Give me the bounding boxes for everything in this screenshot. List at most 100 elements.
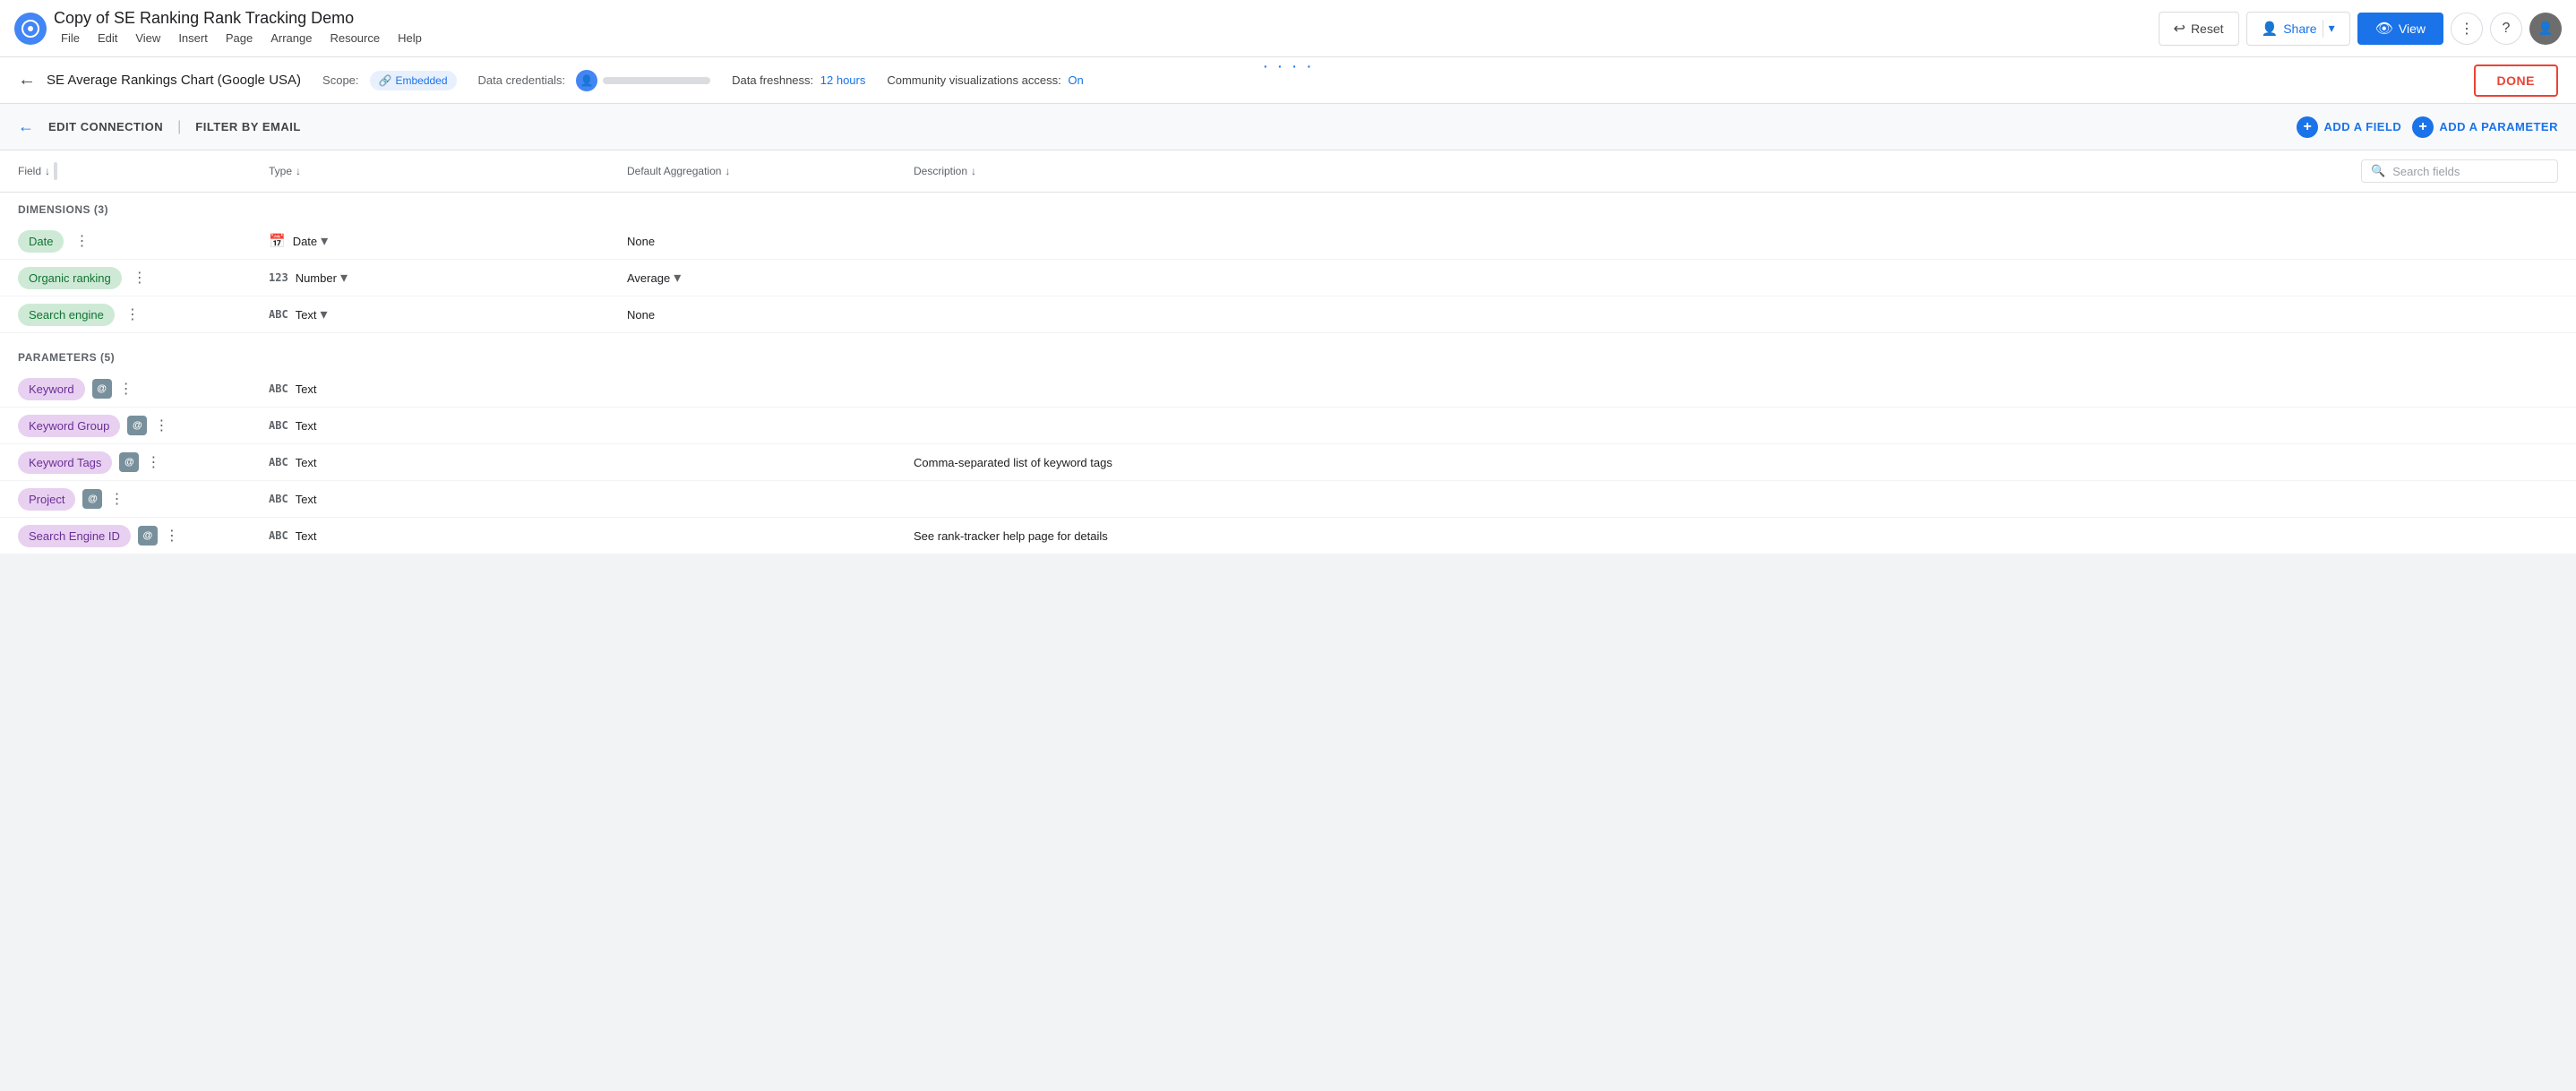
row-menu-icon[interactable]: ⋮ — [116, 376, 137, 401]
table-row: Project @ ⋮ ABC Text — [0, 481, 2576, 518]
cred-icon: 👤 — [576, 70, 597, 91]
field-cell: Date ⋮ — [18, 228, 269, 253]
col-field-header: Field ↓ — [18, 162, 269, 180]
share-button[interactable]: 👤 Share ▾ — [2246, 12, 2350, 46]
scope-badge: 🔗 Embedded — [370, 71, 457, 90]
sort-icon[interactable]: ↓ — [45, 165, 50, 177]
type-cell: 📅 Date ▾ — [269, 232, 627, 250]
row-actions: ⋮ — [71, 228, 92, 253]
add-field-button[interactable]: + ADD A FIELD — [2297, 116, 2401, 138]
menu-file[interactable]: File — [54, 28, 87, 48]
text-type-icon: ABC — [269, 529, 288, 542]
field-cell: Keyword Group @ ⋮ — [18, 413, 269, 438]
type-cell: ABC Text — [269, 419, 627, 433]
dimensions-section-header: DIMENSIONS (3) — [0, 193, 2576, 223]
menu-resource[interactable]: Resource — [322, 28, 387, 48]
col-aggregation-header: Default Aggregation ↓ — [627, 165, 914, 177]
app-menu: File Edit View Insert Page Arrange Resou… — [54, 28, 2151, 48]
at-icon: @ — [127, 416, 147, 435]
table-header: Field ↓ Type ↓ Default Aggregation ↓ Des… — [0, 150, 2576, 193]
freshness-link[interactable]: 12 hours — [820, 73, 866, 87]
row-menu-icon[interactable]: ⋮ — [150, 413, 172, 438]
link-icon: 🔗 — [379, 74, 392, 87]
row-actions: ⋮ — [122, 302, 143, 327]
menu-insert[interactable]: Insert — [171, 28, 215, 48]
view-button[interactable]: 👁 View — [2357, 13, 2443, 45]
type-dropdown[interactable]: Date ▾ — [293, 232, 329, 250]
app-logo — [14, 13, 47, 45]
menu-edit[interactable]: Edit — [90, 28, 125, 48]
sort-icon[interactable]: ↓ — [725, 165, 730, 177]
field-cell: Keyword Tags @ ⋮ — [18, 450, 269, 475]
menu-page[interactable]: Page — [219, 28, 260, 48]
at-icon: @ — [92, 379, 112, 399]
type-cell: ABC Text — [269, 493, 627, 506]
row-menu-icon[interactable]: ⋮ — [71, 228, 92, 253]
search-fields-wrapper[interactable]: 🔍 Search fields — [2361, 159, 2558, 183]
at-icon: @ — [119, 452, 139, 472]
menu-help[interactable]: Help — [391, 28, 429, 48]
community-link[interactable]: On — [1068, 73, 1083, 87]
sort-icon[interactable]: ↓ — [971, 165, 976, 177]
row-actions: @ ⋮ — [82, 486, 127, 511]
table-row: Organic ranking ⋮ 123 Number ▾ Average ▾ — [0, 260, 2576, 296]
field-cell: Search engine ⋮ — [18, 302, 269, 327]
eye-icon: 👁 — [2375, 20, 2393, 38]
type-cell: ABC Text — [269, 529, 627, 543]
row-actions: @ ⋮ — [127, 413, 172, 438]
menu-view[interactable]: View — [128, 28, 167, 48]
scope-label: Scope: — [322, 73, 358, 87]
user-avatar[interactable]: 👤 — [2529, 13, 2562, 45]
dots-indicator: · · · · — [1262, 57, 1313, 75]
app-bar-actions: ↩ Reset 👤 Share ▾ 👁 View ⋮ ? 👤 — [2159, 12, 2562, 46]
edit-connection-label: EDIT CONNECTION — [48, 120, 163, 133]
type-cell: 123 Number ▾ — [269, 269, 627, 287]
aggregation-cell: None — [627, 235, 914, 248]
type-dropdown[interactable]: Number ▾ — [296, 269, 348, 287]
table-row: Search engine ⋮ ABC Text ▾ None — [0, 296, 2576, 333]
row-menu-icon[interactable]: ⋮ — [122, 302, 143, 327]
menu-arrange[interactable]: Arrange — [263, 28, 319, 48]
data-freshness: Data freshness: 12 hours — [732, 73, 865, 87]
type-dropdown[interactable]: Text ▾ — [296, 305, 328, 323]
row-menu-icon[interactable]: ⋮ — [161, 523, 183, 548]
edit-divider: | — [177, 119, 181, 135]
more-options-button[interactable]: ⋮ — [2451, 13, 2483, 45]
col-description-header: Description ↓ — [914, 165, 2361, 177]
type-cell: ABC Text — [269, 382, 627, 396]
text-type-icon: ABC — [269, 308, 288, 321]
row-menu-icon[interactable]: ⋮ — [142, 450, 164, 475]
agg-dropdown[interactable]: Average ▾ — [627, 269, 681, 287]
field-cell: Project @ ⋮ — [18, 486, 269, 511]
date-type-icon: 📅 — [269, 233, 286, 249]
field-cell: Search Engine ID @ ⋮ — [18, 523, 269, 548]
table-row: Keyword Group @ ⋮ ABC Text — [0, 408, 2576, 444]
col-resize-handle[interactable] — [54, 162, 57, 180]
field-chip-project: Project — [18, 488, 75, 511]
aggregation-cell: Average ▾ — [627, 269, 914, 287]
app-title: Copy of SE Ranking Rank Tracking Demo — [54, 9, 2151, 28]
row-menu-icon[interactable]: ⋮ — [129, 265, 150, 290]
table-row: Keyword Tags @ ⋮ ABC Text Comma-separate… — [0, 444, 2576, 481]
chevron-down-icon: ▾ — [674, 269, 681, 287]
help-button[interactable]: ? — [2490, 13, 2522, 45]
text-type-icon: ABC — [269, 456, 288, 468]
back-button[interactable]: ← — [18, 70, 36, 90]
edit-back-button[interactable]: ← — [18, 117, 34, 136]
filter-by-email-label: FILTER BY EMAIL — [195, 120, 301, 133]
type-cell: ABC Text — [269, 456, 627, 469]
done-button[interactable]: DONE — [2474, 64, 2558, 97]
type-cell: ABC Text ▾ — [269, 305, 627, 323]
reset-button[interactable]: ↩ Reset — [2159, 12, 2239, 46]
add-person-icon: 👤 — [2262, 21, 2279, 37]
sort-icon[interactable]: ↓ — [296, 165, 301, 177]
description-cell-keyword-tags: Comma-separated list of keyword tags — [914, 456, 2361, 469]
field-chip-search-engine: Search engine — [18, 304, 115, 326]
add-parameter-button[interactable]: + ADD A PARAMETER — [2412, 116, 2558, 138]
search-icon: 🔍 — [2371, 164, 2385, 178]
table-row: Search Engine ID @ ⋮ ABC Text See rank-t… — [0, 518, 2576, 554]
text-type-icon: ABC — [269, 419, 288, 432]
row-menu-icon[interactable]: ⋮ — [106, 486, 127, 511]
description-cell-search-engine-id: See rank-tracker help page for details — [914, 529, 2361, 543]
field-chip-keyword-tags: Keyword Tags — [18, 451, 112, 474]
